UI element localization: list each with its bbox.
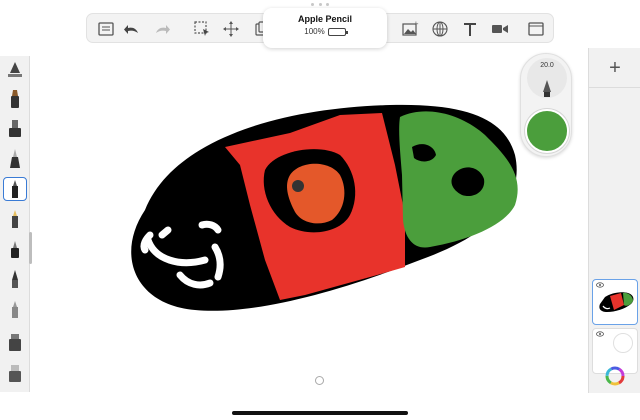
brush-size-value: 20.0 xyxy=(540,62,554,69)
battery-icon xyxy=(327,27,348,36)
layer-background-circle xyxy=(613,333,633,353)
brush-ink[interactable] xyxy=(3,237,27,261)
redo-icon[interactable] xyxy=(151,18,173,40)
apple-pencil-label: Apple Pencil xyxy=(297,14,352,24)
undo-icon[interactable] xyxy=(121,18,143,40)
brush-roller[interactable] xyxy=(3,330,27,354)
canvas-drawing xyxy=(131,104,518,311)
select-icon[interactable] xyxy=(191,18,213,40)
fullscreen-icon[interactable] xyxy=(525,18,547,40)
apple-pencil-battery: 100% xyxy=(263,27,387,36)
text-icon[interactable] xyxy=(459,18,481,40)
brush-ruler[interactable] xyxy=(3,58,27,82)
battery-percent: 100% xyxy=(304,27,325,36)
canvas-center-indicator xyxy=(315,376,324,385)
brush-pencil[interactable] xyxy=(3,177,27,201)
layers-panel: + xyxy=(588,48,640,393)
video-icon[interactable] xyxy=(489,18,511,40)
brush-stamp[interactable] xyxy=(3,117,27,141)
brush-fountain[interactable] xyxy=(3,147,27,171)
brush-puck[interactable]: 20.0 xyxy=(520,53,572,157)
color-wheel-icon[interactable] xyxy=(605,366,625,386)
divider xyxy=(589,87,640,88)
brush-light-pencil[interactable] xyxy=(3,207,27,231)
layer-thumbnail-image xyxy=(599,292,634,312)
brush-eraser[interactable] xyxy=(3,361,27,385)
eye-icon[interactable] xyxy=(596,331,604,337)
image-import-icon[interactable]: + xyxy=(399,18,421,40)
list-icon[interactable] xyxy=(95,18,117,40)
layer-1-thumbnail[interactable] xyxy=(592,279,638,325)
home-indicator[interactable] xyxy=(232,411,408,415)
brush-palette xyxy=(0,56,30,392)
svg-text:+: + xyxy=(413,20,419,28)
multitasking-dots[interactable] xyxy=(311,3,329,7)
brush-tip-icon xyxy=(543,80,551,97)
brush-marker[interactable] xyxy=(3,87,27,111)
add-layer-button[interactable]: + xyxy=(602,56,628,82)
perspective-guide-icon[interactable] xyxy=(429,18,451,40)
current-color-swatch[interactable] xyxy=(525,109,569,153)
eye-icon[interactable] xyxy=(596,282,604,288)
drawing-dark-dot xyxy=(292,180,304,192)
brush-airbrush[interactable] xyxy=(3,297,27,321)
transform-icon[interactable] xyxy=(220,18,242,40)
brush-pen[interactable] xyxy=(3,267,27,291)
brush-size-control[interactable]: 20.0 xyxy=(527,58,567,98)
apple-pencil-status: Apple Pencil 100% xyxy=(263,8,387,48)
